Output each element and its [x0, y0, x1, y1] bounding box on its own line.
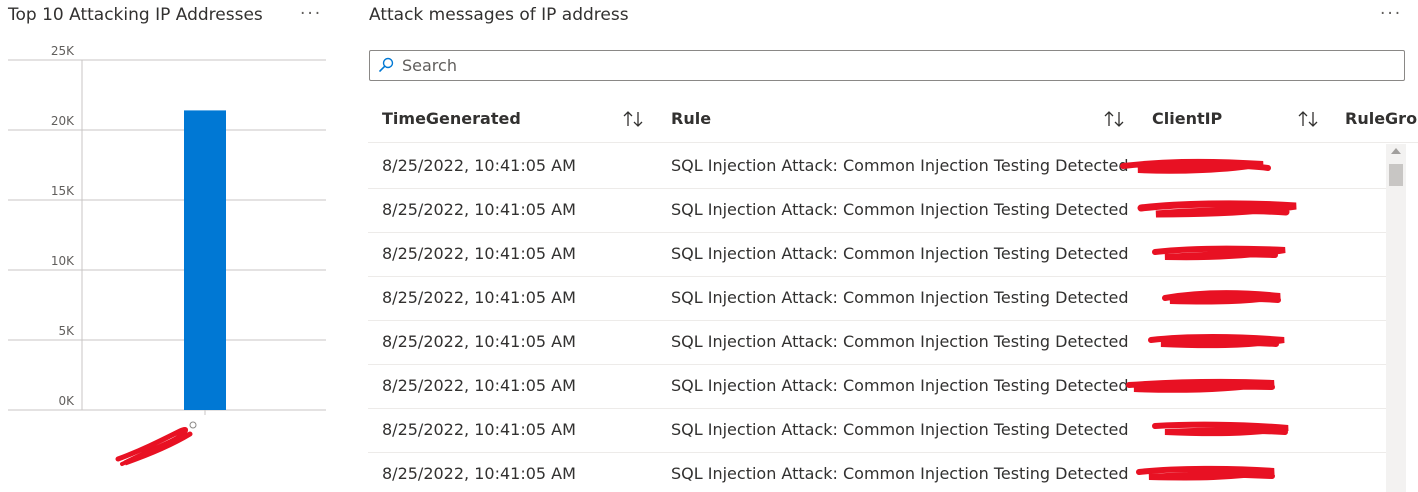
cell-clientip-redacted — [1152, 245, 1286, 261]
scroll-thumb[interactable] — [1389, 164, 1403, 186]
cell-timegenerated: 8/25/2022, 10:41:05 AM — [382, 420, 576, 439]
cell-clientip-redacted — [1136, 465, 1275, 481]
cell-rule: SQL Injection Attack: Common Injection T… — [671, 332, 1129, 351]
cell-clientip-redacted — [1148, 334, 1285, 349]
cell-clientip-redacted — [1126, 378, 1275, 393]
y-tick-label: 0K — [58, 394, 75, 408]
cell-clientip-redacted — [1120, 158, 1271, 174]
grid-vertical-scrollbar[interactable] — [1386, 144, 1406, 492]
y-tick-label: 20K — [51, 114, 75, 128]
cell-rule: SQL Injection Attack: Common Injection T… — [671, 288, 1129, 307]
top-attacking-ip-panel: Top 10 Attacking IP Addresses ··· 0K 5K 10… — [0, 0, 340, 492]
cell-timegenerated: 8/25/2022, 10:41:05 AM — [382, 376, 576, 395]
column-header-rule[interactable]: Rule — [671, 98, 1071, 142]
redacted-category-label — [115, 421, 197, 466]
table-row[interactable]: 8/25/2022, 10:41:05 AM SQL Injection Att… — [368, 364, 1386, 409]
y-tick-label: 15K — [51, 184, 75, 198]
y-tick-label: 10K — [51, 254, 75, 268]
chart-more-options-button[interactable]: ··· — [300, 4, 322, 24]
cell-clientip-redacted — [1162, 290, 1281, 305]
table-row[interactable]: 8/25/2022, 10:41:05 AM SQL Injection Att… — [368, 408, 1386, 453]
cell-rule: SQL Injection Attack: Common Injection T… — [671, 464, 1129, 483]
column-header-rulegroup[interactable]: RuleGro — [1345, 98, 1418, 142]
search-box[interactable] — [369, 50, 1405, 81]
y-tick-label: 25K — [51, 44, 75, 58]
table-row[interactable]: 8/25/2022, 10:41:05 AM SQL Injection Att… — [368, 232, 1386, 277]
table-row[interactable]: 8/25/2022, 10:41:05 AM SQL Injection Att… — [368, 144, 1386, 189]
column-header-timegenerated[interactable]: TimeGenerated — [382, 98, 612, 142]
table-row[interactable]: 8/25/2022, 10:41:05 AM SQL Injection Att… — [368, 320, 1386, 365]
grid-title: Attack messages of IP address — [369, 5, 629, 25]
cell-timegenerated: 8/25/2022, 10:41:05 AM — [382, 288, 576, 307]
grid-rows: 8/25/2022, 10:41:05 AM SQL Injection Att… — [368, 144, 1386, 492]
column-header-clientip[interactable]: ClientIP — [1152, 98, 1272, 142]
cell-rule: SQL Injection Attack: Common Injection T… — [671, 200, 1129, 219]
cell-timegenerated: 8/25/2022, 10:41:05 AM — [382, 244, 576, 263]
cell-clientip-redacted — [1152, 421, 1289, 437]
scroll-up-arrow-icon[interactable] — [1391, 148, 1401, 154]
grid-header: TimeGenerated Rule ClientIP RuleGro — [368, 98, 1418, 143]
table-row[interactable]: 8/25/2022, 10:41:05 AM SQL Injection Att… — [368, 452, 1386, 492]
chart-title: Top 10 Attacking IP Addresses — [8, 5, 263, 25]
attack-messages-panel: Attack messages of IP address ··· TimeGe… — [368, 0, 1418, 492]
bar-chart: 0K 5K 10K 15K 20K 25K — [8, 44, 326, 466]
cell-timegenerated: 8/25/2022, 10:41:05 AM — [382, 464, 576, 483]
y-tick-label: 5K — [58, 324, 75, 338]
cell-timegenerated: 8/25/2022, 10:41:05 AM — [382, 156, 576, 175]
sort-rule-icon[interactable] — [1103, 109, 1125, 129]
cell-clientip-redacted — [1137, 200, 1297, 218]
sort-timegenerated-icon[interactable] — [622, 109, 644, 129]
table-row[interactable]: 8/25/2022, 10:41:05 AM SQL Injection Att… — [368, 276, 1386, 321]
bar[interactable] — [184, 110, 226, 411]
cell-rule: SQL Injection Attack: Common Injection T… — [671, 420, 1129, 439]
cell-rule: SQL Injection Attack: Common Injection T… — [671, 156, 1129, 175]
sort-clientip-icon[interactable] — [1297, 109, 1319, 129]
cell-rule: SQL Injection Attack: Common Injection T… — [671, 376, 1129, 395]
cell-timegenerated: 8/25/2022, 10:41:05 AM — [382, 332, 576, 351]
grid-more-options-button[interactable]: ··· — [1380, 4, 1402, 24]
table-row[interactable]: 8/25/2022, 10:41:05 AM SQL Injection Att… — [368, 188, 1386, 233]
chart-grid: 0K 5K 10K 15K 20K 25K — [8, 44, 326, 411]
chart-bars — [184, 110, 226, 415]
search-icon — [379, 57, 394, 72]
cell-timegenerated: 8/25/2022, 10:41:05 AM — [382, 200, 576, 219]
cell-rule: SQL Injection Attack: Common Injection T… — [671, 244, 1129, 263]
search-input[interactable] — [402, 51, 1392, 80]
